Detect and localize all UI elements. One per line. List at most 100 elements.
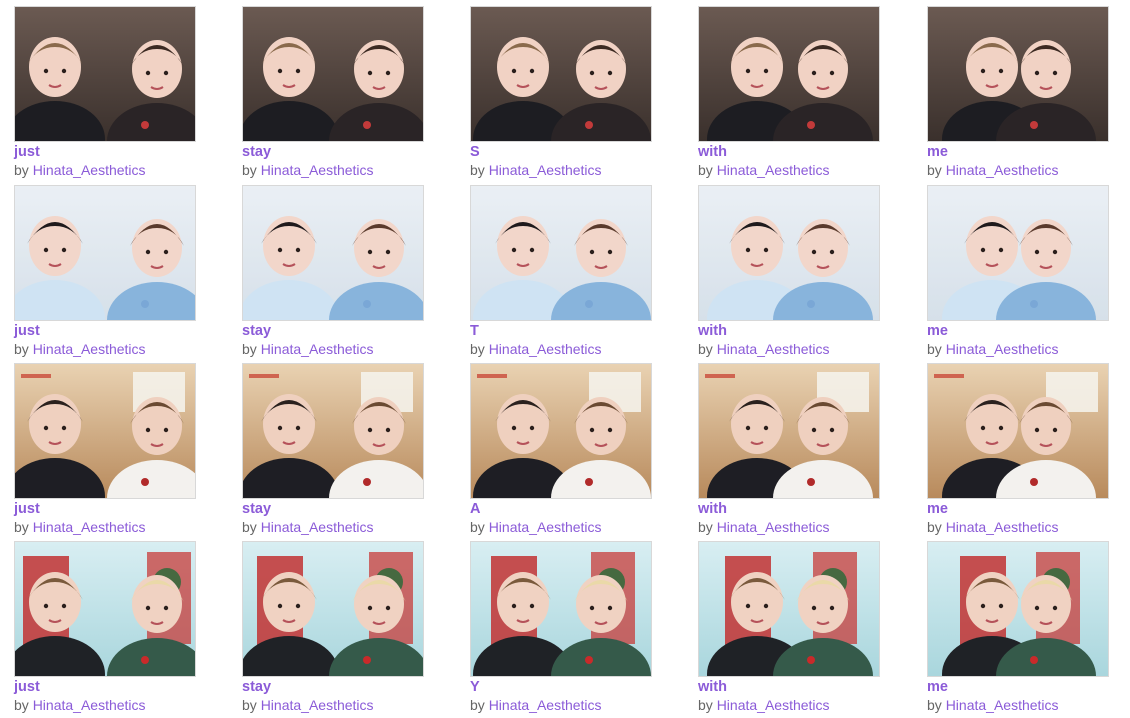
gallery-card: Sby Hinata_Aesthetics [470,6,652,179]
card-byline: by Hinata_Aesthetics [470,161,652,179]
card-title-link[interactable]: with [698,143,880,161]
card-title-link[interactable]: just [14,500,196,518]
author-link[interactable]: Hinata_Aesthetics [717,697,830,713]
photo-thumbnail[interactable] [927,363,1109,499]
card-title-link[interactable]: with [698,678,880,696]
gallery-card: stay by Hinata_Aesthetics [242,363,424,536]
byline-prefix: by [242,341,257,357]
author-link[interactable]: Hinata_Aesthetics [489,697,602,713]
author-link[interactable]: Hinata_Aesthetics [261,519,374,535]
gallery-card: stay by Hinata_Aesthetics [242,541,424,714]
photo-thumbnail[interactable] [698,541,880,677]
gallery-card: Yby Hinata_Aesthetics [470,541,652,714]
card-title-link[interactable]: A [470,500,652,518]
author-link[interactable]: Hinata_Aesthetics [946,341,1059,357]
photo-grid: just by Hinata_Aesthetics stay by Hinata_Ae… [0,0,1130,718]
card-title-link[interactable]: just [14,678,196,696]
byline-prefix: by [698,697,713,713]
photo-thumbnail[interactable] [14,6,196,142]
card-byline: by Hinata_Aesthetics [470,518,652,536]
photo-thumbnail[interactable] [927,185,1109,321]
card-byline: by Hinata_Aesthetics [927,340,1109,358]
photo-thumbnail[interactable] [470,541,652,677]
card-byline: by Hinata_Aesthetics [242,696,424,714]
gallery-card: Tby Hinata_Aesthetics [470,185,652,358]
photo-thumbnail[interactable] [242,363,424,499]
card-byline: by Hinata_Aesthetics [14,161,196,179]
author-link[interactable]: Hinata_Aesthetics [261,697,374,713]
photo-thumbnail[interactable] [927,6,1109,142]
author-link[interactable]: Hinata_Aesthetics [33,519,146,535]
photo-thumbnail[interactable] [927,541,1109,677]
card-title-link[interactable]: stay [242,322,424,340]
byline-prefix: by [242,162,257,178]
card-title-link[interactable]: stay [242,500,424,518]
card-title-link[interactable]: just [14,322,196,340]
byline-prefix: by [242,697,257,713]
author-link[interactable]: Hinata_Aesthetics [489,162,602,178]
card-byline: by Hinata_Aesthetics [14,518,196,536]
gallery-card: stay by Hinata_Aesthetics [242,6,424,179]
byline-prefix: by [14,697,29,713]
author-link[interactable]: Hinata_Aesthetics [261,162,374,178]
card-title-link[interactable]: just [14,143,196,161]
photo-thumbnail[interactable] [14,185,196,321]
byline-prefix: by [470,697,485,713]
card-title-link[interactable]: me [927,143,1109,161]
author-link[interactable]: Hinata_Aesthetics [717,519,830,535]
author-link[interactable]: Hinata_Aesthetics [33,697,146,713]
author-link[interactable]: Hinata_Aesthetics [717,341,830,357]
card-title-link[interactable]: me [927,500,1109,518]
photo-thumbnail[interactable] [14,363,196,499]
card-byline: by Hinata_Aesthetics [927,161,1109,179]
byline-prefix: by [470,519,485,535]
photo-thumbnail[interactable] [242,6,424,142]
card-title-link[interactable]: stay [242,143,424,161]
card-byline: by Hinata_Aesthetics [242,340,424,358]
photo-thumbnail[interactable] [470,363,652,499]
author-link[interactable]: Hinata_Aesthetics [946,519,1059,535]
gallery-card: me by Hinata_Aesthetics [927,541,1109,714]
gallery-card: stay by Hinata_Aesthetics [242,185,424,358]
author-link[interactable]: Hinata_Aesthetics [717,162,830,178]
byline-prefix: by [470,162,485,178]
byline-prefix: by [698,519,713,535]
photo-thumbnail[interactable] [470,6,652,142]
card-title-link[interactable]: T [470,322,652,340]
card-title-link[interactable]: with [698,500,880,518]
author-link[interactable]: Hinata_Aesthetics [489,519,602,535]
photo-thumbnail[interactable] [698,363,880,499]
card-title-link[interactable]: S [470,143,652,161]
byline-prefix: by [927,162,942,178]
byline-prefix: by [927,341,942,357]
author-link[interactable]: Hinata_Aesthetics [489,341,602,357]
gallery-card: just by Hinata_Aesthetics [14,6,196,179]
photo-thumbnail[interactable] [242,541,424,677]
card-byline: by Hinata_Aesthetics [927,518,1109,536]
byline-prefix: by [14,162,29,178]
photo-thumbnail[interactable] [242,185,424,321]
photo-thumbnail[interactable] [698,185,880,321]
gallery-card: just by Hinata_Aesthetics [14,185,196,358]
author-link[interactable]: Hinata_Aesthetics [33,341,146,357]
author-link[interactable]: Hinata_Aesthetics [946,697,1059,713]
author-link[interactable]: Hinata_Aesthetics [33,162,146,178]
card-byline: by Hinata_Aesthetics [14,340,196,358]
gallery-card: with by Hinata_Aesthetics [698,541,880,714]
gallery-card: with by Hinata_Aesthetics [698,185,880,358]
card-title-link[interactable]: me [927,678,1109,696]
byline-prefix: by [14,341,29,357]
card-title-link[interactable]: with [698,322,880,340]
photo-thumbnail[interactable] [698,6,880,142]
card-byline: by Hinata_Aesthetics [698,161,880,179]
photo-thumbnail[interactable] [14,541,196,677]
author-link[interactable]: Hinata_Aesthetics [946,162,1059,178]
author-link[interactable]: Hinata_Aesthetics [261,341,374,357]
card-title-link[interactable]: stay [242,678,424,696]
gallery-card: just by Hinata_Aesthetics [14,363,196,536]
card-title-link[interactable]: Y [470,678,652,696]
photo-thumbnail[interactable] [470,185,652,321]
card-byline: by Hinata_Aesthetics [698,340,880,358]
card-title-link[interactable]: me [927,322,1109,340]
card-byline: by Hinata_Aesthetics [927,696,1109,714]
